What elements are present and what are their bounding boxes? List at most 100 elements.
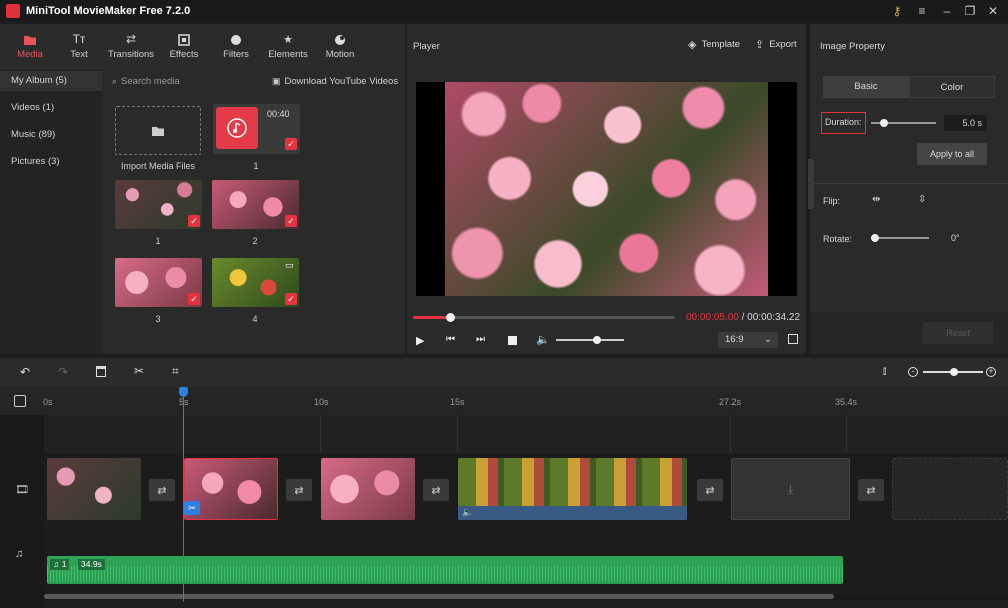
transition-swap-icon[interactable]: ⇄ [858, 479, 884, 501]
zoom-in-icon[interactable]: + [986, 367, 996, 377]
volume-icon[interactable]: 🔈 [536, 333, 550, 346]
playhead-handle[interactable] [179, 387, 188, 397]
play-icon[interactable]: ▶ [416, 334, 424, 347]
zoom-handle[interactable] [950, 368, 958, 376]
split-scissors-icon[interactable]: ✂ [134, 364, 144, 378]
media-item-picture-2[interactable]: ✓ [212, 180, 299, 229]
export-button[interactable]: ⇪ Export [755, 38, 797, 51]
transition-swap-icon[interactable]: ⇄ [286, 479, 312, 501]
tab-transitions[interactable]: ⇄ Transitions [101, 28, 161, 66]
tab-motion[interactable]: Motion [310, 28, 370, 66]
zoom-slider[interactable] [923, 368, 983, 376]
download-youtube-button[interactable]: ▣ Download YouTube Videos [272, 74, 402, 88]
menu-icon[interactable]: ≡ [915, 4, 929, 18]
flip-horizontal-icon[interactable]: ⇹ [872, 194, 880, 205]
aspect-ratio-select[interactable]: 16:9 ⌄ [718, 332, 778, 348]
delete-icon[interactable] [96, 366, 106, 377]
previous-frame-icon[interactable]: ⏮ [446, 334, 455, 345]
volume-handle[interactable] [592, 336, 601, 344]
grid-line [730, 415, 731, 453]
flip-vertical-icon[interactable]: ⇳ [918, 194, 926, 205]
panel-collapse-handle[interactable] [808, 159, 814, 209]
fullscreen-icon[interactable] [788, 334, 798, 344]
album-sidebar: My Album (5) Videos (1) Music (89) Pictu… [0, 70, 102, 354]
fit-timeline-icon[interactable]: ⫾ [883, 366, 886, 377]
clip-picture-3[interactable] [321, 458, 415, 520]
template-button[interactable]: ◈ Template [688, 38, 740, 51]
album-item-videos[interactable]: Videos (1) [0, 98, 102, 118]
transition-swap-icon[interactable]: ⇄ [149, 479, 175, 501]
next-frame-icon[interactable]: ⏭ [476, 334, 485, 345]
search-input[interactable]: ⌕ Search media [112, 74, 252, 88]
timeline-toolbar: ↶ ↷ ✂ ⌗ ⫾ - + [0, 358, 1008, 387]
property-title: Image Property [820, 41, 885, 52]
import-media-button[interactable] [115, 106, 201, 155]
import-media-label: Import Media Files [120, 161, 196, 171]
grid-line [457, 415, 458, 453]
key-icon[interactable]: ⚷ [890, 4, 904, 18]
audio-clip-badge: ♫ 1 [50, 559, 70, 570]
close-icon[interactable]: ✕ [986, 4, 1000, 18]
tab-basic[interactable]: Basic [823, 76, 909, 98]
transitions-icon: ⇄ [125, 32, 137, 46]
duration-slider[interactable] [871, 119, 936, 127]
transition-swap-icon[interactable]: ⇄ [423, 479, 449, 501]
timeline-tracks: 🎞 ⇄ ⇄ ⇄ 🔈 ⇄ ⤓ ⇄ ♫ ♫ 1 34.9s ✂ [0, 387, 1008, 608]
duration-input[interactable]: 5.0 s [944, 115, 987, 131]
current-time: 00:00:05.00 [686, 312, 739, 323]
duration-handle[interactable] [880, 119, 888, 127]
volume-track[interactable] [556, 336, 624, 344]
clip-picture-1[interactable] [47, 458, 141, 520]
empty-clip-slot[interactable]: ⤓ [731, 458, 850, 520]
rotate-label: Rotate: [823, 234, 853, 244]
media-item-picture-3[interactable]: ✓ [115, 258, 202, 307]
filters-icon [206, 28, 266, 46]
media-item-video-4[interactable]: ▭ ✓ [212, 258, 299, 307]
split-scissors-icon[interactable]: ✂ [184, 501, 200, 515]
apply-to-all-button[interactable]: Apply to all [917, 143, 987, 165]
album-item-music[interactable]: Music (89) [0, 125, 102, 145]
clip-video-4[interactable]: 🔈 [458, 458, 687, 520]
flip-label: Flip: [823, 196, 841, 206]
layers-icon: ◈ [688, 39, 697, 51]
redo-icon[interactable]: ↷ [58, 365, 68, 379]
tab-effects[interactable]: Effects [154, 28, 214, 66]
zoom-out-icon[interactable]: - [908, 367, 918, 377]
youtube-icon: ▣ [272, 75, 281, 86]
video-preview[interactable] [416, 82, 797, 296]
add-track-icon[interactable] [14, 395, 26, 407]
rotate-slider[interactable] [871, 234, 929, 242]
volume-icon[interactable]: 🔈 [462, 507, 473, 518]
empty-clip-slot[interactable] [892, 458, 1008, 520]
music-note-icon: ♫ [15, 548, 24, 560]
media-item-picture-1[interactable]: ✓ [115, 180, 202, 229]
stop-icon[interactable] [508, 336, 517, 345]
tab-elements[interactable]: ★ Elements [258, 28, 318, 66]
tick-label: 10s [314, 397, 329, 407]
audio-clip[interactable]: ♫ 1 34.9s [47, 556, 843, 584]
progress-track[interactable] [413, 313, 675, 322]
undo-icon[interactable]: ↶ [20, 365, 30, 379]
horizontal-scroll-track[interactable] [44, 594, 1008, 600]
tab-color[interactable]: Color [909, 76, 995, 98]
audio-waveform [47, 566, 843, 582]
album-item-my-album[interactable]: My Album (5) [0, 71, 102, 91]
minimize-icon[interactable]: – [940, 4, 954, 18]
download-icon: ⤓ [787, 481, 794, 496]
transition-swap-icon[interactable]: ⇄ [697, 479, 723, 501]
playhead-line[interactable] [183, 387, 184, 602]
tab-text[interactable]: Tт Text [49, 28, 109, 66]
template-label: Template [701, 39, 741, 50]
progress-handle[interactable] [446, 313, 456, 322]
reset-button[interactable]: Reset [923, 322, 993, 344]
maximize-icon[interactable]: ❐ [963, 4, 977, 18]
media-area: ⌕ Search media ▣ Download YouTube Videos… [102, 70, 405, 354]
album-item-pictures[interactable]: Pictures (3) [0, 152, 102, 172]
media-item-music[interactable]: 00:40 ✓ [213, 104, 300, 154]
horizontal-scrollbar[interactable] [44, 594, 834, 599]
aspect-value: 16:9 [725, 334, 744, 345]
tab-filters[interactable]: Filters [206, 28, 266, 66]
duration-label: Duration: [821, 112, 866, 134]
crop-icon[interactable]: ⌗ [172, 364, 179, 379]
rotate-handle[interactable] [871, 234, 879, 242]
